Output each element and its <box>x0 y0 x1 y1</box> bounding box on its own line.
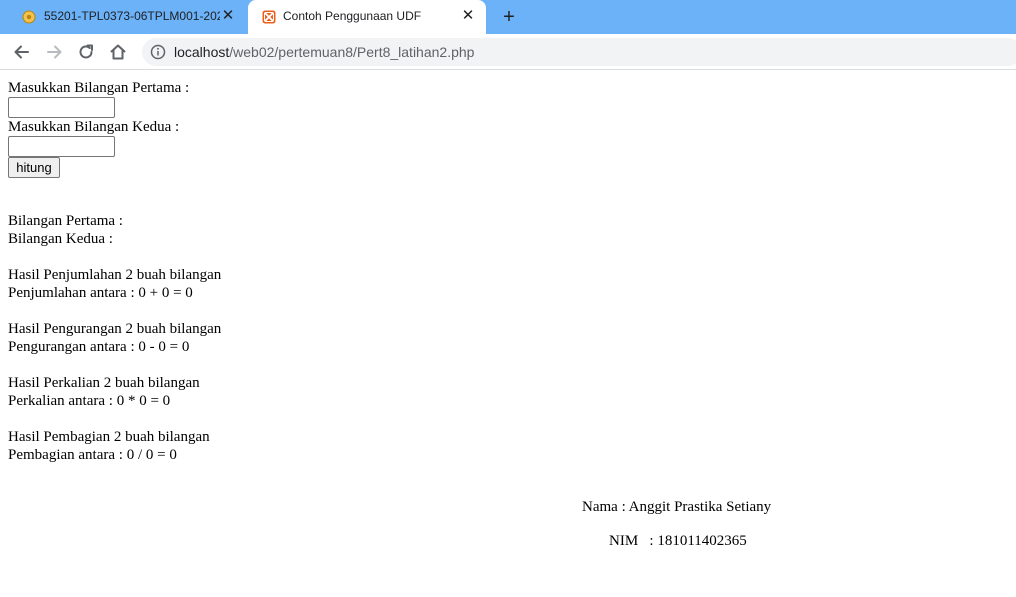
address-bar[interactable]: localhost/web02/pertemuan8/Pert8_latihan… <box>142 38 1016 66</box>
browser-toolbar: localhost/web02/pertemuan8/Pert8_latihan… <box>0 34 1016 70</box>
moodle-favicon-icon <box>22 10 36 24</box>
tab-title: Contoh Penggunaan UDF <box>283 9 422 23</box>
browser-tab-strip: 55201-TPL0373-06TPLM001-2020 ✕ Contoh Pe… <box>0 0 1016 34</box>
new-tab-button[interactable]: + <box>498 6 520 28</box>
sum-result: Penjumlahan antara : 0 + 0 = 0 <box>8 285 193 301</box>
result-second-number: Bilangan Kedua : <box>8 231 113 247</box>
second-number-input[interactable] <box>8 136 115 157</box>
url-path: /web02/pertemuan8/Pert8_latihan2.php <box>229 44 475 60</box>
close-icon[interactable]: ✕ <box>220 8 236 24</box>
browser-tab-udf[interactable]: Contoh Penggunaan UDF ✕ <box>248 0 486 34</box>
author-nim: NIM : 181011402365 <box>609 533 747 549</box>
division-title: Hasil Pembagian 2 buah bilangan <box>8 429 210 445</box>
label-second-number: Masukkan Bilangan Kedua : <box>8 119 180 135</box>
browser-tab-course[interactable]: 55201-TPL0373-06TPLM001-2020 ✕ <box>8 0 246 34</box>
sum-title: Hasil Penjumlahan 2 buah bilangan <box>8 267 222 283</box>
url-host: localhost <box>174 44 230 60</box>
result-first-number: Bilangan Pertama : <box>8 213 123 229</box>
back-arrow-icon[interactable] <box>12 42 32 62</box>
label-first-number: Masukkan Bilangan Pertama : <box>8 80 190 96</box>
close-icon[interactable]: ✕ <box>460 8 476 24</box>
home-icon[interactable] <box>108 42 128 62</box>
reload-icon[interactable] <box>76 42 96 62</box>
subtraction-result: Pengurangan antara : 0 - 0 = 0 <box>8 339 190 355</box>
page-content: Masukkan Bilangan Pertama : Masukkan Bil… <box>0 71 1016 597</box>
tab-title: 55201-TPL0373-06TPLM001-2020 <box>44 9 220 23</box>
multiplication-title: Hasil Perkalian 2 buah bilangan <box>8 375 200 391</box>
forward-arrow-icon[interactable] <box>44 42 64 62</box>
multiplication-result: Perkalian antara : 0 * 0 = 0 <box>8 393 171 409</box>
author-name: Nama : Anggit Prastika Setiany <box>582 499 772 515</box>
info-icon[interactable] <box>150 44 166 60</box>
first-number-input[interactable] <box>8 97 115 118</box>
url-text: localhost/web02/pertemuan8/Pert8_latihan… <box>174 44 474 60</box>
hitung-button[interactable]: hitung <box>8 157 60 178</box>
subtraction-title: Hasil Pengurangan 2 buah bilangan <box>8 321 222 337</box>
division-result: Pembagian antara : 0 / 0 = 0 <box>8 447 177 463</box>
xampp-favicon-icon <box>262 10 276 24</box>
